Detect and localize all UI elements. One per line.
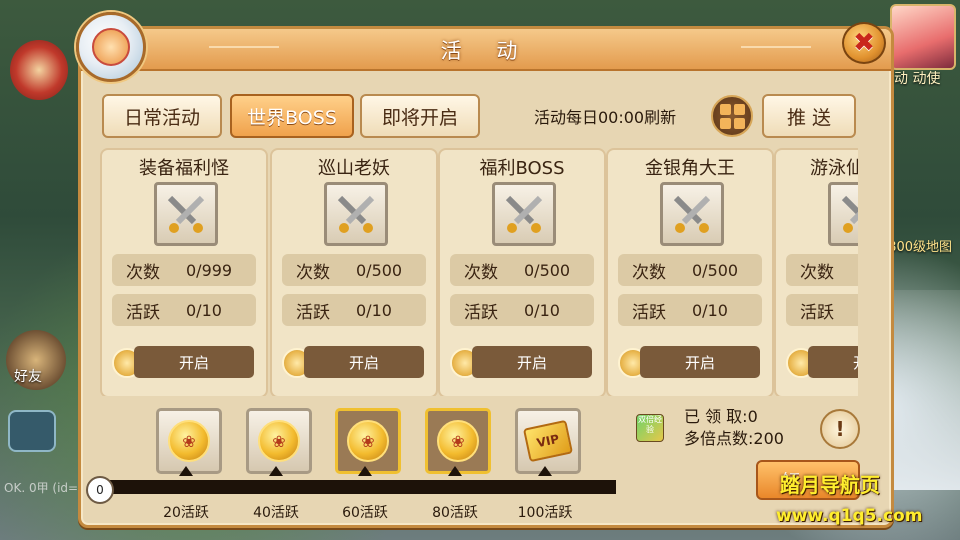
active-row: 活跃 0/10 <box>618 294 762 326</box>
grid-menu-icon[interactable] <box>711 95 753 137</box>
claimed-summary: 已 领 取:0 多倍点数:200 <box>684 406 784 450</box>
close-button[interactable]: ✖ <box>842 22 886 64</box>
boss-name: 装备福利怪 <box>139 158 229 179</box>
count-label: 次数 <box>126 262 160 283</box>
boss-card[interactable]: 巡山老妖 次数 0/500 活跃 0/10 开启 <box>270 148 438 396</box>
tab-coming-soon[interactable]: 即将开启 <box>360 94 480 138</box>
boss-name: 巡山老妖 <box>318 158 390 179</box>
refresh-time-text: 活动每日00:00刷新 <box>534 108 677 127</box>
info-icon[interactable]: ! <box>820 409 860 449</box>
progress-tick <box>179 466 193 476</box>
active-label: 活跃 <box>296 302 330 323</box>
active-row: 活跃 0/10 <box>282 294 426 326</box>
panel-header: 活 动 <box>81 29 891 71</box>
open-button[interactable]: 开启 <box>640 346 760 378</box>
multiplier-points: 多倍点数:200 <box>684 429 784 448</box>
count-value: 0/500 <box>692 260 739 280</box>
open-button[interactable]: 开启 <box>304 346 424 378</box>
coin-icon: ❀ <box>437 420 479 462</box>
boss-card-list[interactable]: 装备福利怪 次数 0/999 活跃 0/10 开启 巡山老妖 次数 0/500 活跃 0… <box>100 148 858 396</box>
tab-world-boss[interactable]: 世界BOSS <box>230 94 354 138</box>
count-label: 次数 <box>464 262 498 283</box>
ticket-icon: VIP <box>522 419 574 463</box>
tab-daily-activity[interactable]: 日常活动 <box>102 94 222 138</box>
reward-label: 20活跃 <box>163 505 209 521</box>
reward-chest-40[interactable]: ❀ <box>246 408 312 474</box>
crossed-swords-icon <box>660 182 724 246</box>
player-avatar[interactable] <box>76 12 146 82</box>
tab-label: 日常活动 <box>123 106 200 129</box>
watermark-title: 踏月导航页 <box>780 473 880 497</box>
count-value: 0/500 <box>524 260 571 280</box>
active-label: 活跃 <box>464 302 498 323</box>
active-row: 活跃 0/10 <box>450 294 594 326</box>
chat-icon[interactable] <box>8 410 56 452</box>
active-row: 活跃 0/10 <box>112 294 256 326</box>
close-icon: ✖ <box>853 28 875 58</box>
crossed-swords-icon <box>154 182 218 246</box>
count-row: 次数 0/500 <box>450 254 594 286</box>
progress-start-value: 0 <box>86 476 114 504</box>
reward-label: 100活跃 <box>517 505 573 521</box>
boss-card[interactable]: 金银角大王 次数 0/500 活跃 0/10 开启 <box>606 148 774 396</box>
reward-chest-60[interactable]: ❀ <box>335 408 401 474</box>
friend-label: 好友 <box>14 369 42 385</box>
reward-chest-100[interactable]: VIP <box>515 408 581 474</box>
coin-icon: ❀ <box>258 420 300 462</box>
active-value: 0/10 <box>692 300 728 320</box>
crossed-swords-icon <box>828 182 858 246</box>
panel-title: 活 动 <box>440 39 532 63</box>
count-row: 次数 0/999 <box>112 254 256 286</box>
count-row: 次数0 <box>786 254 858 286</box>
count-label: 次数 <box>296 262 330 283</box>
boss-name: 金银角大王 <box>645 158 735 179</box>
active-value: 0/10 <box>356 300 392 320</box>
progress-tick <box>538 466 552 476</box>
count-value: 0/999 <box>186 260 233 280</box>
chat-log: OK. 0甲 (id= <box>4 481 79 495</box>
boss-card[interactable]: 装备福利怪 次数 0/999 活跃 0/10 开启 <box>100 148 268 396</box>
push-label: 推 送 <box>786 106 832 129</box>
watermark-url: www.q1q5.com <box>776 506 923 526</box>
boss-name: 游泳仙 <box>810 158 858 179</box>
boss-name: 福利BOSS <box>479 158 565 179</box>
reward-chest-20[interactable]: ❀ <box>156 408 222 474</box>
count-value: 0/500 <box>356 260 403 280</box>
boss-card[interactable]: 福利BOSS 次数 0/500 活跃 0/10 开启 <box>438 148 606 396</box>
push-button[interactable]: 推 送 <box>762 94 856 138</box>
reward-label: 80活跃 <box>432 505 478 521</box>
count-row: 次数 0/500 <box>282 254 426 286</box>
activity-progress-bar <box>96 480 616 494</box>
active-row: 活跃 <box>786 294 858 326</box>
crossed-swords-icon <box>324 182 388 246</box>
active-label: 活跃 <box>632 302 666 323</box>
reward-chest-80[interactable]: ❀ <box>425 408 491 474</box>
double-exp-badge-icon: 双倍经验 <box>636 414 664 442</box>
boss-card[interactable]: 游泳仙 次数0 活跃 开启 <box>774 148 858 396</box>
reward-label: 40活跃 <box>253 505 299 521</box>
open-button[interactable]: 开启 <box>134 346 254 378</box>
open-button[interactable]: 开启 <box>472 346 592 378</box>
active-label: 活跃 <box>800 302 834 323</box>
active-value: 0/10 <box>186 300 222 320</box>
progress-tick <box>269 466 283 476</box>
tab-label: 世界BOSS <box>247 106 337 129</box>
npc-portrait[interactable] <box>890 4 956 70</box>
tab-label: 即将开启 <box>381 106 458 129</box>
active-label: 活跃 <box>126 302 160 323</box>
reward-label: 60活跃 <box>342 505 388 521</box>
claimed-count: 已 领 取:0 <box>684 407 758 426</box>
mascot-character <box>10 40 68 100</box>
progress-tick <box>448 466 462 476</box>
coin-icon: ❀ <box>168 420 210 462</box>
count-label: 次数 <box>632 262 666 283</box>
coin-icon: ❀ <box>347 420 389 462</box>
open-button[interactable]: 开启 <box>808 346 858 378</box>
count-label: 次数 <box>800 262 834 283</box>
progress-tick <box>358 466 372 476</box>
count-row: 次数 0/500 <box>618 254 762 286</box>
active-value: 0/10 <box>524 300 560 320</box>
crossed-swords-icon <box>492 182 556 246</box>
avatar-face-icon <box>92 28 130 66</box>
